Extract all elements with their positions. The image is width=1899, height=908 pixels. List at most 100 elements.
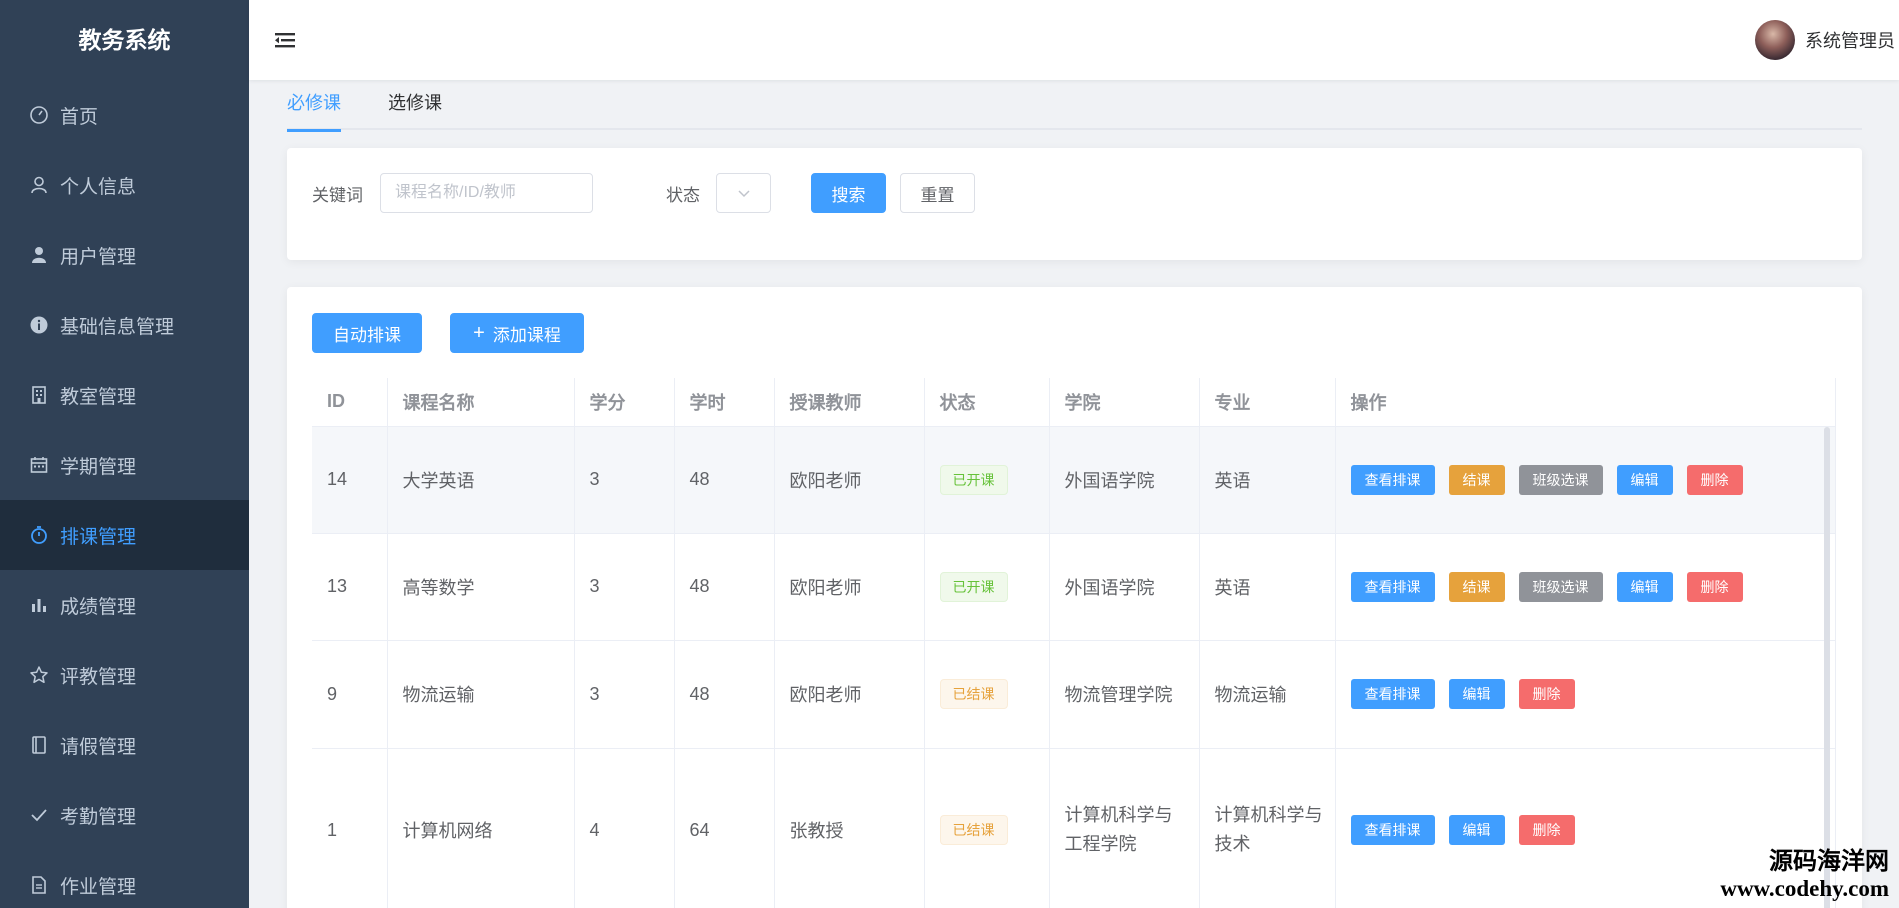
info-icon: [28, 314, 50, 336]
column-header[interactable]: 课程名称: [387, 378, 575, 427]
cell-actions: 查看排课 编辑 删除: [1335, 640, 1836, 749]
sidebar-item-scheduling[interactable]: 排课管理: [0, 500, 249, 570]
sidebar-item-label: 用户管理: [60, 246, 137, 268]
close-course-button[interactable]: 结课: [1448, 571, 1505, 602]
sidebar-item-attendance[interactable]: 考勤管理: [0, 780, 249, 850]
watermark-line2: www.codehy.com: [1720, 875, 1889, 901]
sidebar-item-evaluation[interactable]: 评教管理: [0, 640, 249, 710]
sidebar-item-label: 学期管理: [60, 456, 137, 478]
view-schedule-button[interactable]: 查看排课: [1350, 679, 1435, 709]
sidebar-item-label: 作业管理: [60, 876, 137, 898]
menu-fold-icon[interactable]: [275, 30, 297, 50]
view-schedule-button[interactable]: 查看排课: [1350, 571, 1435, 602]
dashboard-icon: [28, 104, 50, 126]
column-header[interactable]: 学分: [574, 378, 675, 427]
delete-button[interactable]: 删除: [1518, 679, 1575, 709]
user-menu[interactable]: 系统管理员: [1755, 20, 1895, 60]
cell-credit: 4: [574, 748, 675, 908]
close-course-button[interactable]: 结课: [1448, 464, 1505, 495]
column-header[interactable]: 学时: [674, 378, 775, 427]
auto-schedule-button[interactable]: 自动排课: [312, 313, 422, 353]
sidebar-item-profile[interactable]: 个人信息: [0, 150, 249, 220]
sidebar-item-basic-info[interactable]: 基础信息管理: [0, 290, 249, 360]
user-icon: [28, 174, 50, 196]
course-table-panel: 自动排课 + 添加课程 ID 课程名称 学分 学时 授课教师 状态 学院 专业 …: [287, 287, 1862, 908]
cell-college: 物流管理学院: [1049, 640, 1200, 749]
sidebar-item-grades[interactable]: 成绩管理: [0, 570, 249, 640]
app-title: 教务系统: [78, 27, 171, 53]
reset-button[interactable]: 重置: [900, 173, 975, 213]
column-header[interactable]: 学院: [1049, 378, 1200, 427]
table-row[interactable]: 1 计算机网络 4 64 张教授 已结课 计算机科学与工程学院 计算机科学与技术…: [312, 748, 1836, 908]
sidebar-item-label: 教室管理: [60, 386, 137, 408]
sidebar-item-leave[interactable]: 请假管理: [0, 710, 249, 780]
timer-icon: [28, 524, 50, 546]
sidebar-item-users[interactable]: 用户管理: [0, 220, 249, 290]
column-header[interactable]: 操作: [1335, 378, 1836, 427]
sidebar-item-semester[interactable]: 学期管理: [0, 430, 249, 500]
star-icon: [28, 664, 50, 686]
cell-hours: 64: [674, 748, 775, 908]
check-icon: [28, 804, 50, 826]
sidebar-item-homework[interactable]: 作业管理: [0, 850, 249, 908]
column-header[interactable]: 授课教师: [774, 378, 925, 427]
edit-button[interactable]: 编辑: [1448, 679, 1505, 709]
search-button[interactable]: 搜索: [811, 173, 886, 213]
course-tabs: 必修课 选修课: [287, 80, 1862, 132]
chevron-down-icon: [738, 190, 750, 198]
class-selection-button[interactable]: 班级选课: [1518, 464, 1603, 495]
delete-button[interactable]: 删除: [1686, 571, 1743, 602]
keyword-input[interactable]: [380, 173, 593, 213]
sidebar-item-label: 考勤管理: [60, 806, 137, 828]
status-badge: 已开课: [939, 571, 1008, 602]
table-scrollbar[interactable]: [1824, 427, 1830, 908]
add-course-label: 添加课程: [492, 325, 561, 345]
table-row[interactable]: 9 物流运输 3 48 欧阳老师 已结课 物流管理学院 物流运输 查看排课 编辑…: [312, 640, 1836, 749]
plus-icon: +: [473, 322, 485, 344]
table-header-row: ID 课程名称 学分 学时 授课教师 状态 学院 专业 操作: [312, 378, 1836, 427]
table-row[interactable]: 13 高等数学 3 48 欧阳老师 已开课 外国语学院 英语 查看排课 结课 班…: [312, 533, 1836, 641]
table-row[interactable]: 14 大学英语 3 48 欧阳老师 已开课 外国语学院 英语 查看排课 结课 班…: [312, 426, 1836, 534]
cell-college: 计算机科学与工程学院: [1049, 748, 1200, 908]
avatar[interactable]: [1755, 20, 1795, 60]
cell-teacher: 欧阳老师: [774, 426, 925, 534]
cell-actions: 查看排课 结课 班级选课 编辑 删除: [1335, 533, 1836, 641]
tab-elective[interactable]: 选修课: [388, 80, 442, 130]
class-selection-button[interactable]: 班级选课: [1518, 571, 1603, 602]
cell-name: 高等数学: [387, 533, 575, 641]
sidebar-item-home[interactable]: 首页: [0, 80, 249, 150]
tab-required[interactable]: 必修课: [287, 80, 341, 132]
edit-button[interactable]: 编辑: [1616, 571, 1673, 602]
bar-chart-icon: [28, 594, 50, 616]
cell-major: 英语: [1199, 426, 1336, 534]
cell-id: 13: [312, 533, 388, 641]
cell-name: 大学英语: [387, 426, 575, 534]
add-course-button[interactable]: + 添加课程: [450, 313, 584, 353]
user-name: 系统管理员: [1805, 31, 1895, 51]
document-icon: [28, 874, 50, 896]
cell-hours: 48: [674, 426, 775, 534]
cell-status: 已开课: [924, 426, 1050, 534]
cell-teacher: 张教授: [774, 748, 925, 908]
sidebar-item-classroom[interactable]: 教室管理: [0, 360, 249, 430]
cell-teacher: 欧阳老师: [774, 533, 925, 641]
delete-button[interactable]: 删除: [1686, 464, 1743, 495]
watermark-line1: 源码海洋网: [1769, 847, 1889, 875]
cell-name: 计算机网络: [387, 748, 575, 908]
view-schedule-button[interactable]: 查看排课: [1350, 815, 1435, 845]
cell-id: 9: [312, 640, 388, 749]
cell-major: 物流运输: [1199, 640, 1336, 749]
edit-button[interactable]: 编辑: [1616, 464, 1673, 495]
cell-major: 英语: [1199, 533, 1336, 641]
column-header[interactable]: 状态: [924, 378, 1050, 427]
sidebar-item-label: 基础信息管理: [60, 316, 175, 338]
notebook-icon: [28, 734, 50, 756]
delete-button[interactable]: 删除: [1518, 815, 1575, 845]
column-header[interactable]: 专业: [1199, 378, 1336, 427]
status-select[interactable]: [716, 173, 771, 213]
search-panel: 关键词 状态 搜索 重置: [287, 148, 1862, 260]
view-schedule-button[interactable]: 查看排课: [1350, 464, 1435, 495]
column-header[interactable]: ID: [312, 378, 388, 427]
edit-button[interactable]: 编辑: [1448, 815, 1505, 845]
status-badge: 已开课: [939, 464, 1008, 495]
